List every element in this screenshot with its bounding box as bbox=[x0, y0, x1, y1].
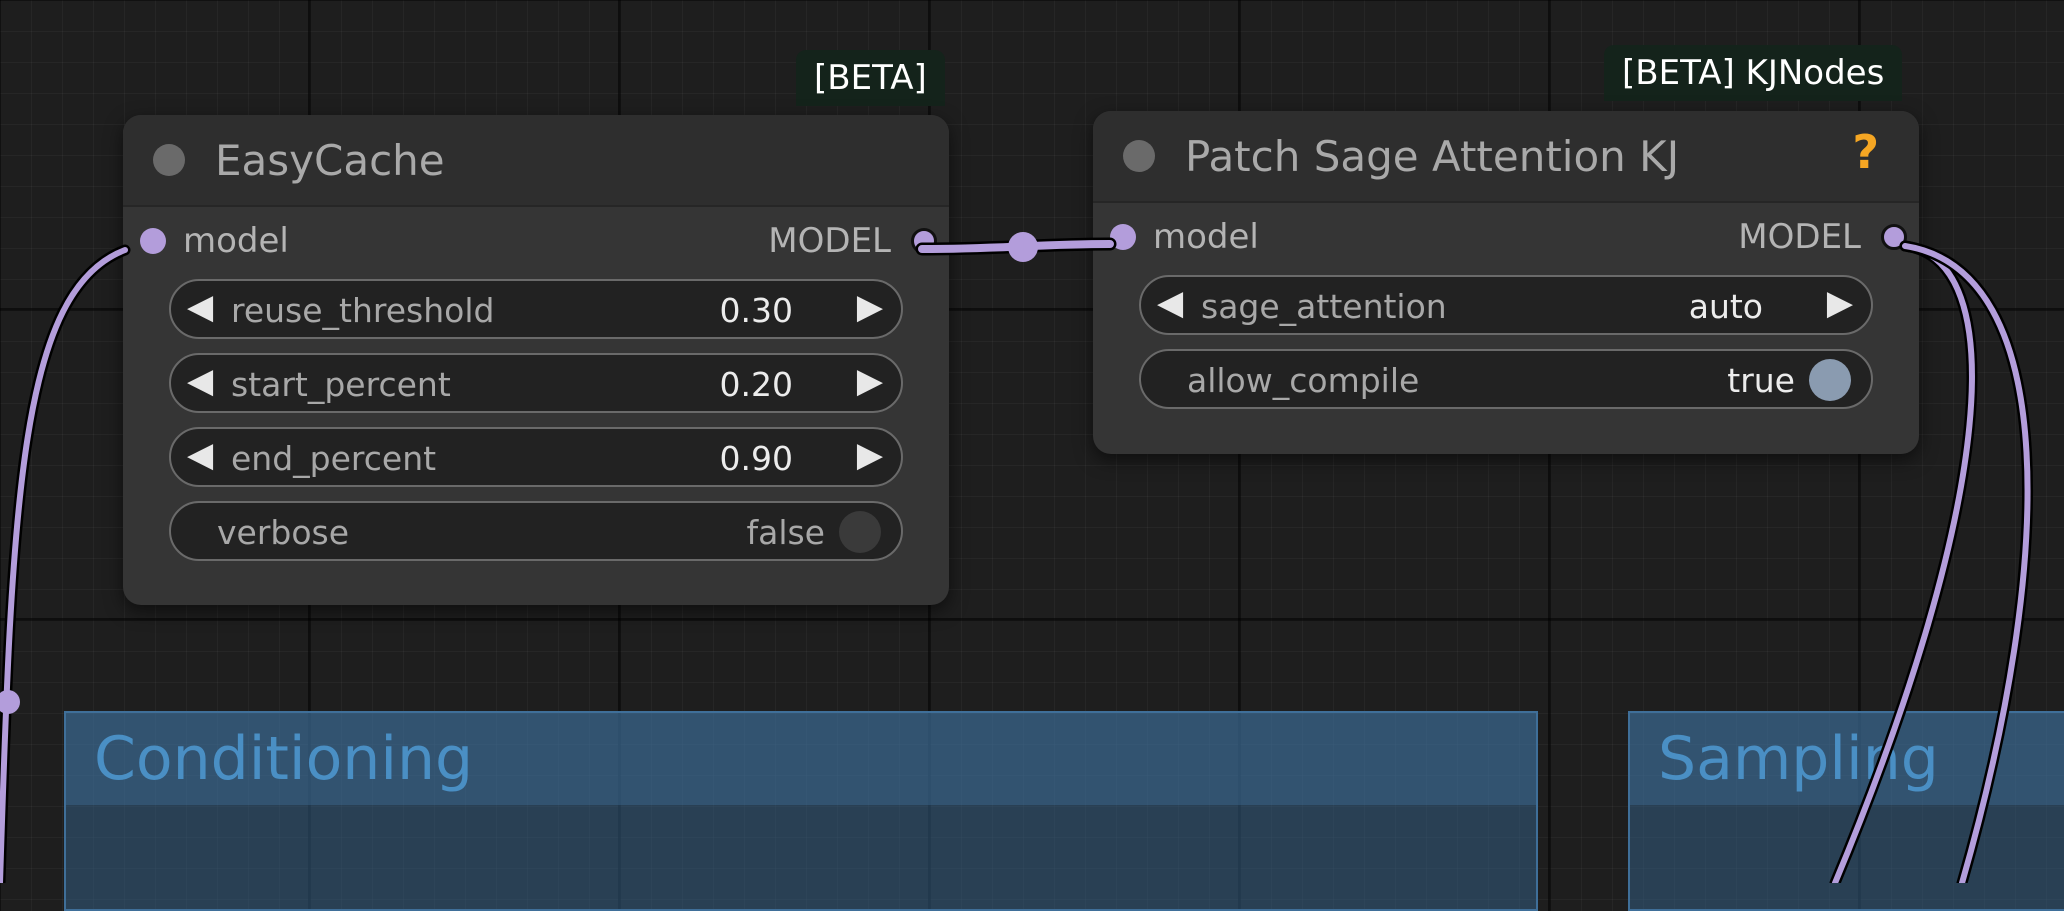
easycache-model-output-label: MODEL bbox=[768, 221, 891, 261]
patch-sage-kjnodes-badge: [BETA] KJNodes bbox=[1604, 45, 1903, 101]
sage-attention-widget[interactable]: ◀ sage_attention auto ▶ bbox=[1139, 275, 1873, 335]
group-conditioning[interactable]: Conditioning bbox=[64, 711, 1538, 911]
increment-arrow-icon[interactable]: ▶ bbox=[857, 287, 883, 327]
easycache-model-output-slot[interactable] bbox=[911, 228, 937, 254]
easycache-node[interactable]: EasyCache model MODEL ◀ reuse_threshold … bbox=[123, 115, 949, 605]
easycache-model-input-label: model bbox=[183, 221, 289, 261]
patch-sage-node-title: Patch Sage Attention KJ bbox=[1185, 131, 1680, 181]
toggle-off-icon[interactable] bbox=[839, 511, 881, 553]
end-percent-widget[interactable]: ◀ end_percent 0.90 ▶ bbox=[169, 427, 903, 487]
allow-compile-value: true bbox=[1727, 361, 1795, 400]
end-percent-label: end_percent bbox=[231, 439, 437, 478]
decrement-arrow-icon[interactable]: ◀ bbox=[187, 361, 213, 401]
patch-sage-model-output-label: MODEL bbox=[1738, 217, 1861, 257]
allow-compile-toggle-widget[interactable]: allow_compile true bbox=[1139, 349, 1873, 409]
model-link-easycache-to-patch[interactable] bbox=[915, 232, 1117, 262]
group-conditioning-title: Conditioning bbox=[94, 724, 474, 794]
easycache-beta-badge: [BETA] bbox=[796, 50, 945, 106]
patch-sage-model-input-slot[interactable] bbox=[1110, 224, 1136, 250]
increment-arrow-icon[interactable]: ▶ bbox=[1827, 283, 1853, 323]
increment-arrow-icon[interactable]: ▶ bbox=[857, 361, 883, 401]
group-conditioning-header[interactable]: Conditioning bbox=[66, 713, 1536, 805]
help-question-icon[interactable]: ? bbox=[1852, 125, 1879, 179]
easycache-io-row: model MODEL bbox=[123, 211, 949, 271]
sage-attention-value[interactable]: auto bbox=[1689, 287, 1763, 326]
group-sampling[interactable]: Sampling bbox=[1628, 711, 2064, 911]
easycache-model-input-slot[interactable] bbox=[140, 228, 166, 254]
sage-attention-label: sage_attention bbox=[1201, 287, 1447, 326]
patch-sage-model-output-slot[interactable] bbox=[1881, 224, 1907, 250]
increment-arrow-icon[interactable]: ▶ bbox=[857, 435, 883, 475]
decrement-arrow-icon[interactable]: ◀ bbox=[1157, 283, 1183, 323]
start-percent-value[interactable]: 0.20 bbox=[720, 365, 793, 404]
verbose-toggle-widget[interactable]: verbose false bbox=[169, 501, 903, 561]
group-sampling-title: Sampling bbox=[1658, 724, 1939, 794]
start-percent-widget[interactable]: ◀ start_percent 0.20 ▶ bbox=[169, 353, 903, 413]
patch-sage-attention-node[interactable]: Patch Sage Attention KJ ? model MODEL ◀ … bbox=[1093, 111, 1919, 454]
verbose-value: false bbox=[746, 513, 825, 552]
node-graph-canvas[interactable]: Conditioning Sampling [BETA] [BETA] KJNo… bbox=[0, 0, 2064, 911]
decrement-arrow-icon[interactable]: ◀ bbox=[187, 435, 213, 475]
reuse-threshold-value[interactable]: 0.30 bbox=[720, 291, 793, 330]
easycache-node-header[interactable]: EasyCache bbox=[123, 115, 949, 207]
reuse-threshold-widget[interactable]: ◀ reuse_threshold 0.30 ▶ bbox=[169, 279, 903, 339]
end-percent-value[interactable]: 0.90 bbox=[720, 439, 793, 478]
easycache-node-title: EasyCache bbox=[215, 135, 445, 185]
toggle-on-icon[interactable] bbox=[1809, 359, 1851, 401]
node-status-dot-icon[interactable] bbox=[153, 144, 185, 176]
node-status-dot-icon[interactable] bbox=[1123, 140, 1155, 172]
decrement-arrow-icon[interactable]: ◀ bbox=[187, 287, 213, 327]
verbose-label: verbose bbox=[217, 513, 350, 552]
start-percent-label: start_percent bbox=[231, 365, 451, 404]
patch-sage-model-input-label: model bbox=[1153, 217, 1259, 257]
patch-sage-io-row: model MODEL bbox=[1093, 207, 1919, 267]
allow-compile-label: allow_compile bbox=[1187, 361, 1420, 400]
group-sampling-header[interactable]: Sampling bbox=[1630, 713, 2064, 805]
reuse-threshold-label: reuse_threshold bbox=[231, 291, 495, 330]
patch-sage-node-header[interactable]: Patch Sage Attention KJ ? bbox=[1093, 111, 1919, 203]
